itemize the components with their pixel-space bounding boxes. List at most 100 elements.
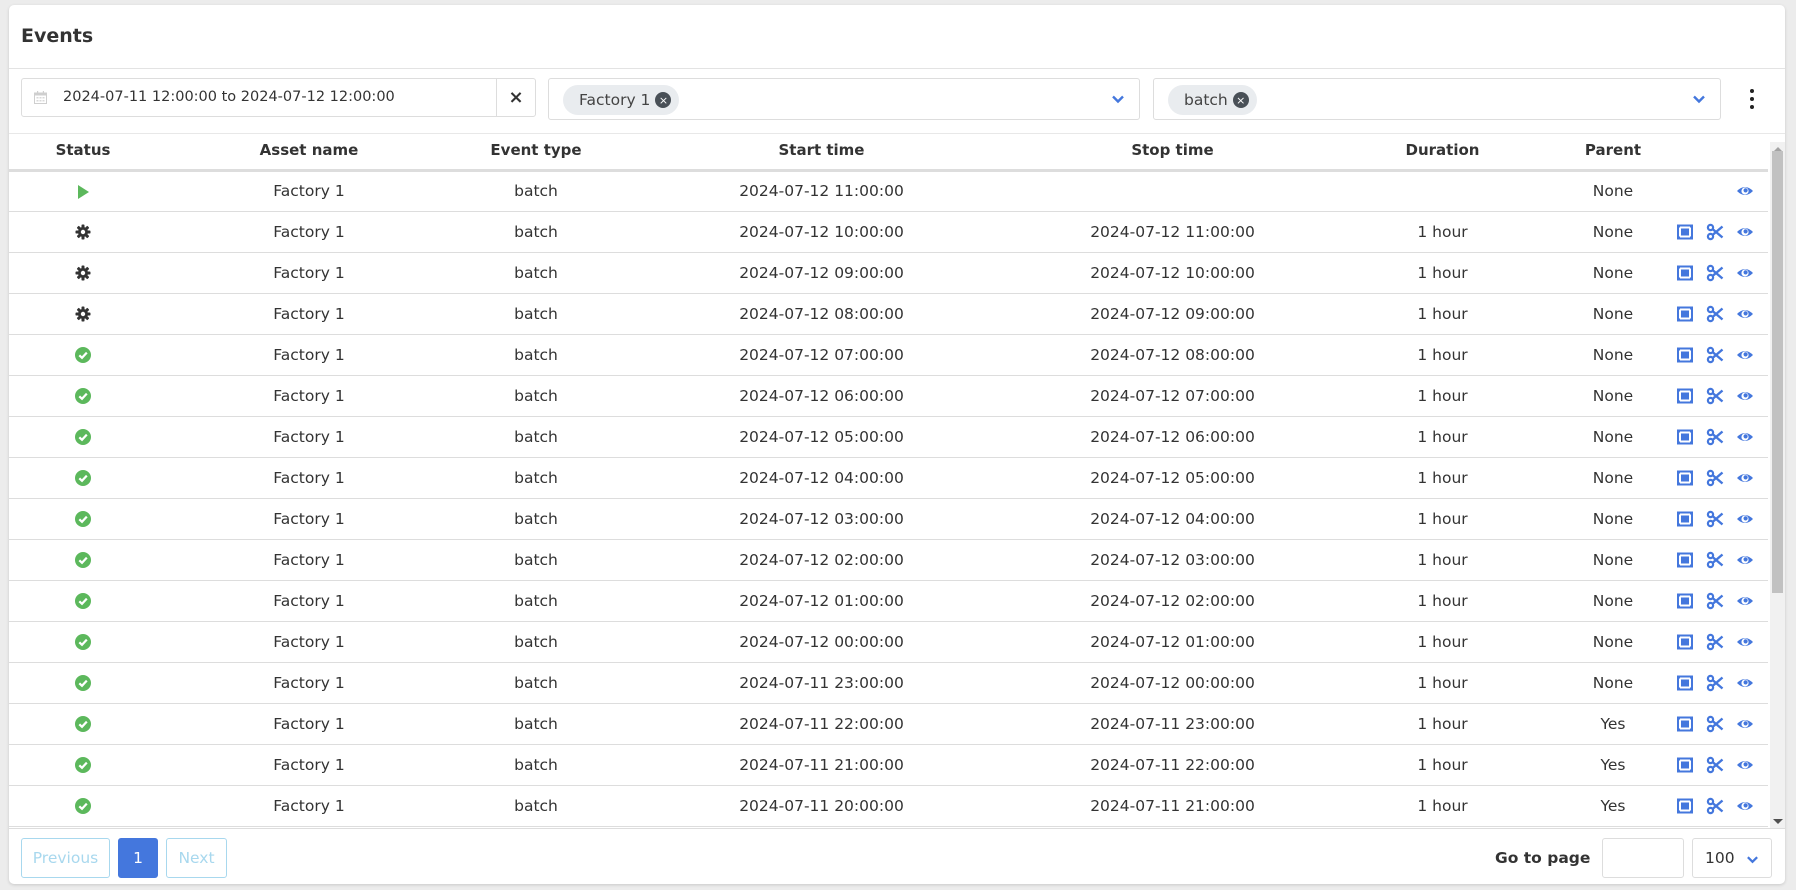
- status-cell: [9, 580, 157, 622]
- split-window-icon[interactable]: [1676, 674, 1694, 692]
- table-row[interactable]: Factory 1 batch 2024-07-12 09:00:00 2024-07…: [9, 252, 1768, 294]
- asset-select[interactable]: Factory 1 ×: [548, 78, 1140, 120]
- event-type-cell: batch: [461, 211, 611, 253]
- eye-icon[interactable]: [1736, 756, 1754, 774]
- actions-cell: [1654, 785, 1768, 827]
- table-row[interactable]: Factory 1 batch 2024-07-11 23:00:00 2024-07…: [9, 662, 1768, 704]
- eye-icon[interactable]: [1736, 387, 1754, 405]
- date-range-input[interactable]: 2024-07-11 12:00:00 to 2024-07-12 12:00:…: [21, 78, 536, 117]
- split-window-icon[interactable]: [1676, 264, 1694, 282]
- event-type-cell: batch: [461, 334, 611, 376]
- eye-icon[interactable]: [1736, 592, 1754, 610]
- split-window-icon[interactable]: [1676, 223, 1694, 241]
- scissors-icon[interactable]: [1706, 551, 1724, 569]
- split-window-icon[interactable]: [1676, 551, 1694, 569]
- table-row[interactable]: Factory 1 batch 2024-07-12 00:00:00 2024-07…: [9, 621, 1768, 663]
- table-scrollbar[interactable]: [1770, 142, 1785, 828]
- eye-icon[interactable]: [1736, 674, 1754, 692]
- table-row[interactable]: Factory 1 batch 2024-07-11 22:00:00 2024-07…: [9, 703, 1768, 745]
- table-row[interactable]: Factory 1 batch 2024-07-12 10:00:00 2024-07…: [9, 211, 1768, 253]
- scissors-icon[interactable]: [1706, 715, 1724, 733]
- check-circle-icon: [75, 511, 91, 527]
- eye-icon[interactable]: [1736, 428, 1754, 446]
- split-window-icon[interactable]: [1676, 592, 1694, 610]
- asset-chip: Factory 1 ×: [563, 85, 680, 115]
- table-row[interactable]: Factory 1 batch 2024-07-12 05:00:00 2024-07…: [9, 416, 1768, 458]
- check-circle-icon: [75, 634, 91, 650]
- table-row[interactable]: Factory 1 batch 2024-07-12 02:00:00 2024-07…: [9, 539, 1768, 581]
- remove-chip-icon[interactable]: ×: [1232, 92, 1249, 108]
- scissors-icon[interactable]: [1706, 469, 1724, 487]
- scissors-icon[interactable]: [1706, 305, 1724, 323]
- column-header-parent[interactable]: Parent: [1572, 132, 1654, 172]
- column-header-start-time[interactable]: Start time: [611, 132, 1032, 172]
- scissors-icon[interactable]: [1706, 592, 1724, 610]
- eye-icon[interactable]: [1736, 551, 1754, 569]
- split-window-icon[interactable]: [1676, 346, 1694, 364]
- split-window-icon[interactable]: [1676, 633, 1694, 651]
- scissors-icon[interactable]: [1706, 674, 1724, 692]
- start-time-cell: 2024-07-12 08:00:00: [611, 293, 1032, 335]
- split-window-icon[interactable]: [1676, 756, 1694, 774]
- scissors-icon[interactable]: [1706, 346, 1724, 364]
- eye-icon[interactable]: [1736, 264, 1754, 282]
- column-header-asset-name[interactable]: Asset name: [157, 132, 461, 172]
- split-window-icon[interactable]: [1676, 469, 1694, 487]
- page-1-button[interactable]: 1: [118, 838, 158, 878]
- column-header-stop-time[interactable]: Stop time: [1032, 132, 1313, 172]
- more-options-icon[interactable]: [1746, 87, 1758, 111]
- scrollbar-thumb[interactable]: [1772, 151, 1783, 593]
- column-header-status[interactable]: Status: [9, 132, 157, 172]
- previous-page-button[interactable]: Previous: [21, 838, 110, 878]
- table-row[interactable]: Factory 1 batch 2024-07-12 03:00:00 2024-07…: [9, 498, 1768, 540]
- split-window-icon[interactable]: [1676, 715, 1694, 733]
- scissors-icon[interactable]: [1706, 223, 1724, 241]
- split-window-icon[interactable]: [1676, 305, 1694, 323]
- next-page-button[interactable]: Next: [166, 838, 227, 878]
- table-row[interactable]: Factory 1 batch 2024-07-12 06:00:00 2024-07…: [9, 375, 1768, 417]
- table-row[interactable]: Factory 1 batch 2024-07-12 11:00:00 None: [9, 170, 1768, 212]
- split-window-icon[interactable]: [1676, 797, 1694, 815]
- go-to-page-input[interactable]: [1602, 838, 1684, 878]
- scroll-down-arrow[interactable]: [1773, 819, 1783, 824]
- eye-icon[interactable]: [1736, 469, 1754, 487]
- scissors-icon[interactable]: [1706, 387, 1724, 405]
- eye-icon[interactable]: [1736, 346, 1754, 364]
- split-window-icon[interactable]: [1676, 387, 1694, 405]
- duration-cell: 1 hour: [1313, 785, 1572, 827]
- eye-icon[interactable]: [1736, 223, 1754, 241]
- scissors-icon[interactable]: [1706, 428, 1724, 446]
- status-cell: [9, 662, 157, 704]
- clear-date-button[interactable]: ×: [496, 79, 535, 116]
- parent-cell: None: [1572, 580, 1654, 622]
- eye-icon[interactable]: [1736, 182, 1754, 200]
- eye-icon[interactable]: [1736, 305, 1754, 323]
- table-row[interactable]: Factory 1 batch 2024-07-12 01:00:00 2024-07…: [9, 580, 1768, 622]
- column-header-event-type[interactable]: Event type: [461, 132, 611, 172]
- column-header-duration[interactable]: Duration: [1313, 132, 1572, 172]
- eye-icon[interactable]: [1736, 797, 1754, 815]
- event-type-cell: batch: [461, 416, 611, 458]
- eye-icon[interactable]: [1736, 633, 1754, 651]
- table-row[interactable]: Factory 1 batch 2024-07-11 21:00:00 2024-07…: [9, 744, 1768, 786]
- chevron-down-icon[interactable]: [1692, 92, 1706, 106]
- table-row[interactable]: Factory 1 batch 2024-07-12 07:00:00 2024-07…: [9, 334, 1768, 376]
- table-row[interactable]: Factory 1 batch 2024-07-12 08:00:00 2024-07…: [9, 293, 1768, 335]
- eye-icon[interactable]: [1736, 715, 1754, 733]
- split-window-icon[interactable]: [1676, 510, 1694, 528]
- table-row[interactable]: Factory 1 batch 2024-07-11 20:00:00 2024-07…: [9, 785, 1768, 827]
- event-type-select[interactable]: batch ×: [1153, 78, 1721, 120]
- scissors-icon[interactable]: [1706, 756, 1724, 774]
- scissors-icon[interactable]: [1706, 264, 1724, 282]
- eye-icon[interactable]: [1736, 510, 1754, 528]
- page-size-select[interactable]: 100: [1692, 838, 1772, 878]
- status-cell: [9, 375, 157, 417]
- split-window-icon[interactable]: [1676, 428, 1694, 446]
- remove-chip-icon[interactable]: ×: [655, 92, 672, 108]
- table-row[interactable]: Factory 1 batch 2024-07-12 04:00:00 2024-07…: [9, 457, 1768, 499]
- scissors-icon[interactable]: [1706, 510, 1724, 528]
- chevron-down-icon[interactable]: [1111, 92, 1125, 106]
- scissors-icon[interactable]: [1706, 797, 1724, 815]
- scissors-icon[interactable]: [1706, 633, 1724, 651]
- stop-time-cell: 2024-07-12 01:00:00: [1032, 621, 1313, 663]
